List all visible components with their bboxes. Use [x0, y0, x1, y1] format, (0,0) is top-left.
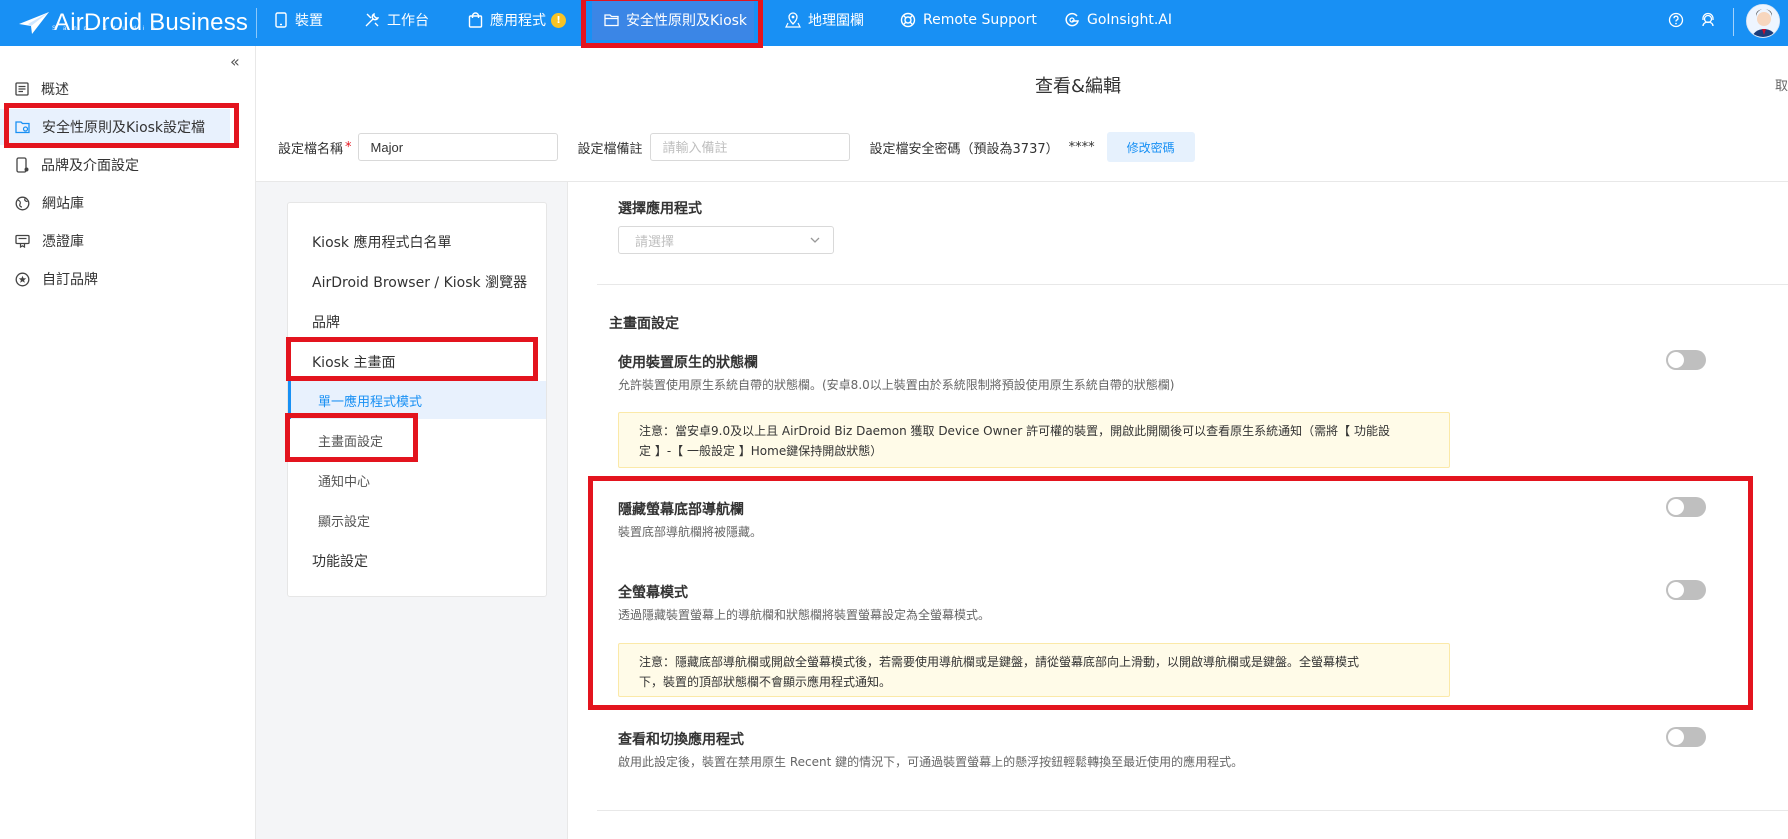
- cancel-link[interactable]: 取: [1775, 75, 1788, 94]
- menu-item-kiosk-home[interactable]: Kiosk 主畫面: [312, 352, 396, 372]
- fullscreen-description: 透過隱藏裝置螢幕上的導航欄和狀態欄將裝置螢幕設定為全螢幕模式。: [618, 608, 991, 622]
- content-divider-1: [597, 284, 1788, 285]
- nav-geofence[interactable]: 地理圍欄: [785, 0, 864, 40]
- select-app-title: 選擇應用程式: [618, 201, 702, 217]
- status-bar-toggle[interactable]: [1666, 350, 1706, 370]
- select-app-dropdown[interactable]: 請選擇: [618, 226, 834, 254]
- switch-app-description: 啟用此設定後，裝置在禁用原生 Recent 鍵的情況下，可通過裝置螢幕上的懸浮按…: [618, 755, 1244, 769]
- sidebar-item-policy-profiles-label: 安全性原則及Kiosk設定檔: [42, 120, 206, 136]
- sidebar-item-certificate-library-label: 憑證庫: [42, 234, 84, 250]
- menu-item-feature-settings[interactable]: 功能設定: [312, 551, 368, 571]
- nav-devices[interactable]: 裝置: [274, 0, 323, 40]
- fullscreen-note-line2: 下，裝置的頂部狀態欄不會顯示應用程式通知。: [639, 675, 892, 689]
- nav-apps[interactable]: 應用程式 !: [468, 0, 566, 40]
- phone-brush-icon: [16, 157, 29, 173]
- sidebar-item-branding-label: 品牌及介面設定: [41, 158, 139, 174]
- nav-goinsight-label: GoInsight.AI: [1087, 12, 1173, 28]
- select-app-placeholder: 請選擇: [635, 234, 675, 250]
- nav-workbench-label: 工作台: [387, 13, 429, 29]
- switch-app-title: 查看和切換應用程式: [618, 732, 744, 748]
- sidebar-item-custom-brand-label: 自訂品牌: [42, 272, 98, 288]
- profile-password-label: 設定檔安全密碼（預設為3737）: [869, 141, 1059, 157]
- hide-nav-description: 裝置底部導航欄將被隱藏。: [618, 525, 763, 539]
- nav-workbench[interactable]: 工作台: [364, 0, 429, 40]
- folder-icon: [604, 14, 619, 27]
- help-icon[interactable]: [1668, 12, 1684, 28]
- overview-icon: [15, 82, 29, 96]
- map-pin-icon: [785, 12, 801, 28]
- nav-devices-label: 裝置: [295, 13, 323, 29]
- menu-item-kiosk-browser[interactable]: AirDroid Browser / Kiosk 瀏覽器: [312, 272, 527, 292]
- sidebar-item-branding[interactable]: 品牌及介面設定: [0, 147, 256, 183]
- globe-icon: [15, 196, 30, 210]
- apps-badge-icon: !: [551, 12, 566, 28]
- lifebuoy-icon: [900, 12, 916, 28]
- nav-apps-label: 應用程式: [490, 13, 546, 29]
- page-title: 查看&編輯: [1035, 76, 1122, 97]
- nav-remote-support-label: Remote Support: [923, 12, 1037, 28]
- fullscreen-note: 注意：隱藏底部導航欄或開啟全螢幕模式後，若需要使用導航欄或是鍵盤，請從螢幕底部向…: [618, 643, 1450, 697]
- user-avatar[interactable]: [1746, 4, 1780, 38]
- status-bar-title: 使用裝置原生的狀態欄: [618, 355, 758, 371]
- profile-note-label: 設定檔備註: [577, 141, 643, 157]
- status-bar-description: 允許裝置使用原生系統自帶的狀態欄。(安卓8.0以上裝置由於系統限制將預設使用原生…: [618, 378, 1175, 392]
- airdroid-logo-icon: [19, 12, 49, 34]
- profile-note-input[interactable]: [649, 133, 850, 161]
- chevron-down-icon: [810, 237, 820, 243]
- logo-divider: [256, 8, 257, 38]
- sidebar-item-overview[interactable]: 概述: [0, 71, 256, 107]
- fullscreen-toggle[interactable]: [1666, 580, 1706, 600]
- nav-remote-support[interactable]: Remote Support: [900, 0, 1037, 40]
- sidebar-item-overview-label: 概述: [41, 82, 69, 98]
- status-bar-note: 注意：當安卓9.0及以上且 AirDroid Biz Daemon 獲取 Dev…: [618, 412, 1450, 468]
- support-agent-icon[interactable]: [1700, 12, 1716, 28]
- switch-app-toggle[interactable]: [1666, 727, 1706, 747]
- content-divider-2: [597, 810, 1788, 811]
- fullscreen-note-line1: 注意：隱藏底部導航欄或開啟全螢幕模式後，若需要使用導航欄或是鍵盤，請從螢幕底部向…: [639, 655, 1360, 669]
- sidebar-item-policy-profiles[interactable]: 安全性原則及Kiosk設定檔: [0, 109, 230, 145]
- logo-subtitle: Sand Studio: [52, 26, 162, 32]
- airdroid-logo[interactable]: AirDroid Business: [18, 6, 248, 40]
- menu-subitem-home-settings[interactable]: 主畫面設定: [318, 431, 383, 450]
- nav-goinsight[interactable]: GoInsight.AI: [1064, 0, 1172, 40]
- topbar-divider: [1733, 8, 1734, 36]
- policy-folder-icon: [15, 121, 30, 134]
- star-circle-icon: [15, 272, 30, 286]
- profile-password-mask: ****: [1068, 139, 1095, 155]
- bag-icon: [468, 12, 483, 28]
- avatar-person-icon: [1747, 5, 1779, 37]
- sidebar-item-website-library[interactable]: 網站庫: [0, 185, 256, 221]
- collapse-sidebar-icon[interactable]: «: [230, 52, 240, 71]
- menu-subitem-notification-center[interactable]: 通知中心: [318, 471, 370, 490]
- sidebar-item-certificate-library[interactable]: 憑證庫: [0, 223, 256, 259]
- hide-nav-toggle[interactable]: [1666, 497, 1706, 517]
- certificate-icon: [15, 234, 30, 248]
- menu-item-brand[interactable]: 品牌: [312, 312, 340, 332]
- hide-nav-title: 隱藏螢幕底部導航欄: [618, 502, 744, 518]
- nav-policy-kiosk-label: 安全性原則及Kiosk: [626, 13, 748, 29]
- menu-item-kiosk-whitelist[interactable]: Kiosk 應用程式白名單: [312, 232, 452, 252]
- nav-geofence-label: 地理圍欄: [808, 13, 864, 29]
- tools-icon: [365, 12, 380, 27]
- top-navigation-bar: AirDroid Business Sand Studio 裝置 工作台 應用程…: [0, 0, 1788, 48]
- profile-form-row: 設定檔名稱 * 設定檔備註 設定檔安全密碼（預設為3737） **** 修改密碼: [278, 132, 1195, 162]
- goinsight-icon: [1065, 12, 1079, 27]
- nav-policy-kiosk[interactable]: 安全性原則及Kiosk: [592, 0, 754, 40]
- menu-subitem-single-app[interactable]: 單一應用程式模式: [318, 391, 422, 410]
- status-bar-note-line2: 定 】-【 一般設定 】Home鍵保持開啟狀態）: [639, 444, 883, 458]
- profile-name-label: 設定檔名稱: [278, 141, 344, 157]
- sidebar-item-website-library-label: 網站庫: [42, 196, 84, 212]
- tablet-icon: [275, 12, 287, 28]
- required-asterisk: *: [345, 139, 352, 155]
- sidebar-item-custom-brand[interactable]: 自訂品牌: [0, 261, 256, 297]
- change-password-button[interactable]: 修改密碼: [1106, 132, 1195, 162]
- fullscreen-title: 全螢幕模式: [618, 585, 688, 601]
- profile-name-input[interactable]: [357, 133, 558, 161]
- home-section-title: 主畫面設定: [609, 316, 679, 332]
- status-bar-note-line1: 注意：當安卓9.0及以上且 AirDroid Biz Daemon 獲取 Dev…: [639, 424, 1390, 438]
- menu-subitem-display-settings[interactable]: 顯示設定: [318, 511, 370, 530]
